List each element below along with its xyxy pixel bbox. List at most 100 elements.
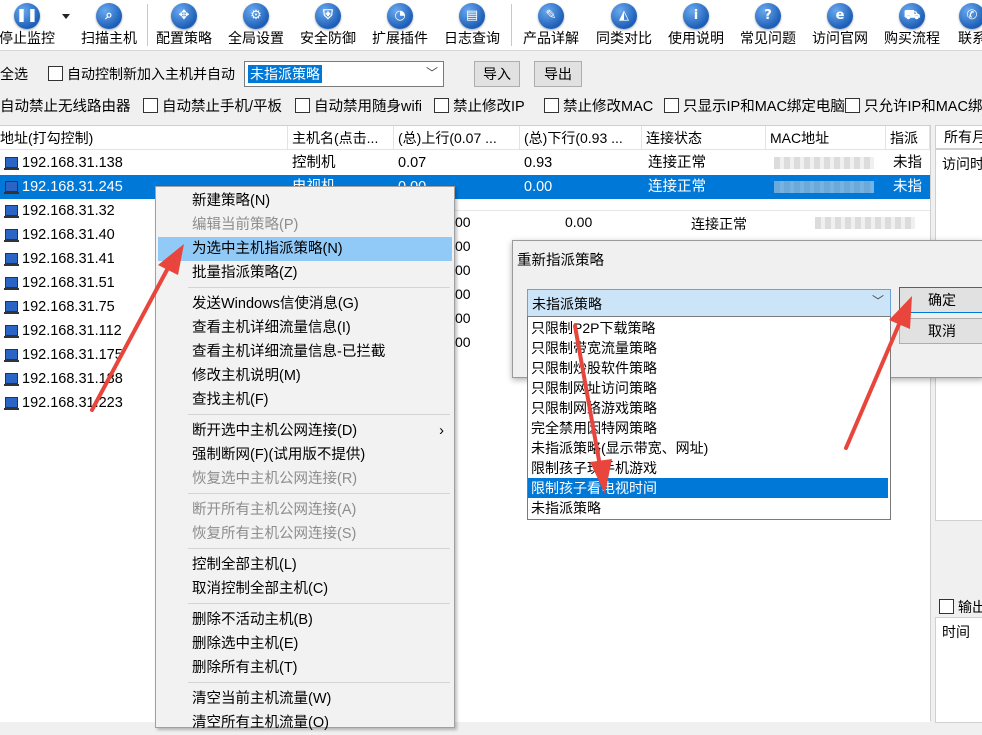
scan-hosts-button[interactable]: ⌕ 扫描主机: [76, 0, 142, 50]
policy-select[interactable]: 未指派策略 ﹀: [244, 61, 444, 87]
question-icon: ?: [755, 3, 781, 29]
faq-button[interactable]: ? 常见问题: [735, 0, 801, 50]
gear-icon: ⚙: [243, 3, 269, 29]
computer-icon: [4, 373, 19, 386]
menu-item-find-host[interactable]: 查找主机(F): [156, 388, 454, 412]
policy-option-highlighted[interactable]: 限制孩子看电视时间: [528, 478, 888, 498]
menu-item-send-message[interactable]: 发送Windows信使消息(G): [156, 292, 454, 316]
auto-block-wifi-checkbox[interactable]: 自动禁用随身wifi: [295, 95, 422, 116]
product-details-button[interactable]: ✎ 产品详解: [518, 0, 584, 50]
export-button[interactable]: 导出: [534, 61, 582, 87]
extension-plugins-button[interactable]: ◔ 扩展插件: [368, 0, 432, 50]
cancel-button[interactable]: 取消: [899, 318, 982, 344]
policy-option[interactable]: 限制孩子玩手机游戏: [528, 458, 888, 478]
menu-item-delete-all[interactable]: 删除所有主机(T): [156, 656, 454, 680]
menu-item-delete-selected[interactable]: 删除选中主机(E): [156, 632, 454, 656]
info-icon: i: [683, 3, 709, 29]
checkbox-box[interactable]: [295, 98, 310, 113]
policy-option[interactable]: 只限制带宽流量策略: [528, 338, 888, 358]
select-all-label[interactable]: 全选: [0, 64, 28, 84]
menu-item-clear-all-traffic[interactable]: 清空所有主机流量(O): [156, 711, 454, 735]
chevron-right-icon: ›: [439, 423, 444, 439]
col-header-upload[interactable]: (总)上行(0.07 ...: [394, 126, 520, 150]
policy-option[interactable]: 只限制P2P下载策略: [528, 318, 888, 338]
col-header-hostname[interactable]: 主机名(点击...: [288, 126, 394, 150]
host-upload: 00: [455, 262, 471, 278]
policy-option[interactable]: 只限制网址访问策略: [528, 378, 888, 398]
show-bound-only-checkbox[interactable]: 只显示IP和MAC绑定电脑: [664, 95, 844, 116]
menu-item-traffic-blocked[interactable]: 查看主机详细流量信息-已拦截: [156, 340, 454, 364]
purchase-button[interactable]: ⛟ 购买流程: [879, 0, 945, 50]
toolbar-label: 日志查询: [444, 30, 500, 46]
col-header-policy[interactable]: 指派: [886, 126, 930, 150]
policy-option[interactable]: 完全禁用因特网策略: [528, 418, 888, 438]
table-row[interactable]: 192.168.31.138 控制机 0.07 0.93 连接正常 未指: [0, 151, 930, 175]
output-checkbox[interactable]: 输出: [939, 597, 982, 617]
auto-block-router-label[interactable]: 自动禁止无线路由器: [0, 99, 131, 115]
menu-item-control-all[interactable]: 控制全部主机(L): [156, 553, 454, 577]
checkbox-box[interactable]: [434, 98, 449, 113]
computer-icon: [4, 277, 19, 290]
context-menu: 新建策略(N) 编辑当前策略(P) 为选中主机指派策略(N) 批量指派策略(Z)…: [155, 186, 455, 731]
checkbox-box[interactable]: [939, 599, 954, 614]
toolbar-label: 联系: [958, 30, 982, 46]
menu-item-edit-policy[interactable]: 编辑当前策略(P): [156, 213, 454, 237]
policy-combobox[interactable]: 未指派策略 ﹀: [527, 289, 891, 317]
dropdown-arrow-icon[interactable]: [62, 14, 70, 19]
log-query-button[interactable]: ▤ 日志查询: [440, 0, 504, 50]
menu-item-disconnect-all[interactable]: 断开所有主机公网连接(A): [156, 498, 454, 522]
menu-item-assign-policy[interactable]: 为选中主机指派策略(N): [158, 237, 452, 261]
host-download: 0.93: [524, 155, 553, 171]
checkbox-box[interactable]: [845, 98, 860, 113]
stop-monitor-button[interactable]: ❚❚ 停止监控: [0, 0, 58, 50]
menu-item-force-disconnect[interactable]: 强制断网(F)(试用版不提供): [156, 443, 454, 467]
contact-button[interactable]: ✆ 联系: [952, 0, 982, 50]
col-header-status[interactable]: 连接状态: [642, 126, 766, 150]
policy-dropdown-list[interactable]: 只限制P2P下载策略 只限制带宽流量策略 只限制炒股软件策略 只限制网址访问策略…: [527, 316, 891, 520]
policy-option[interactable]: 未指派策略: [528, 498, 888, 518]
compare-button[interactable]: ◭ 同类对比: [591, 0, 657, 50]
time-log-list: 时间: [935, 617, 982, 723]
menu-item-edit-description[interactable]: 修改主机说明(M): [156, 364, 454, 388]
menu-item-new-policy[interactable]: 新建策略(N): [156, 189, 454, 213]
menu-item-batch-assign[interactable]: 批量指派策略(Z): [156, 261, 454, 285]
host-policy: 未指: [893, 155, 922, 171]
menu-item-restore-selected[interactable]: 恢复选中主机公网连接(R): [156, 467, 454, 491]
menu-separator: [188, 493, 450, 494]
menu-item-restore-all[interactable]: 恢复所有主机公网连接(S): [156, 522, 454, 546]
ok-button[interactable]: 确定: [899, 287, 982, 313]
menu-item-uncontrol-all[interactable]: 取消控制全部主机(C): [156, 577, 454, 601]
output-label: 输出: [958, 599, 982, 615]
auto-control-checkbox[interactable]: 自动控制新加入主机并自动: [48, 64, 235, 84]
plugin-icon: ◔: [387, 3, 413, 29]
policy-option[interactable]: 只限制炒股软件策略: [528, 358, 888, 378]
menu-item-delete-inactive[interactable]: 删除不活动主机(B): [156, 608, 454, 632]
menu-item-clear-traffic[interactable]: 清空当前主机流量(W): [156, 687, 454, 711]
time-header: 时间: [942, 624, 970, 640]
table-row-selected[interactable]: 192.168.31.245 电视机 0.00 0.00 连接正常 未指: [0, 175, 930, 199]
instructions-button[interactable]: i 使用说明: [663, 0, 729, 50]
col-header-mac[interactable]: MAC地址: [766, 126, 886, 150]
col-header-download[interactable]: (总)下行(0.93 ...: [520, 126, 642, 150]
col-header-address[interactable]: 地址(打勾控制): [0, 126, 288, 150]
visit-website-button[interactable]: e 访问官网: [807, 0, 873, 50]
checkbox-box[interactable]: [143, 98, 158, 113]
checkbox-box[interactable]: [48, 66, 63, 81]
checkbox-box[interactable]: [544, 98, 559, 113]
block-ip-change-checkbox[interactable]: 禁止修改IP: [434, 95, 525, 116]
host-mac-redacted: [774, 157, 874, 169]
global-settings-button[interactable]: ⚙ 全局设置: [224, 0, 288, 50]
checkbox-box[interactable]: [664, 98, 679, 113]
tab-all[interactable]: 所有月: [935, 125, 982, 149]
menu-item-traffic-details[interactable]: 查看主机详细流量信息(I): [156, 316, 454, 340]
config-policy-button[interactable]: ✥ 配置策略: [152, 0, 216, 50]
menu-item-disconnect-selected[interactable]: 断开选中主机公网连接(D) ›: [156, 419, 454, 443]
auto-block-phone-checkbox[interactable]: 自动禁止手机/平板: [143, 95, 282, 116]
block-mac-change-checkbox[interactable]: 禁止修改MAC: [544, 95, 653, 116]
import-button[interactable]: 导入: [474, 61, 520, 87]
policy-combobox-value: 未指派策略: [532, 296, 602, 312]
policy-option[interactable]: 未指派策略(显示带宽、网址): [528, 438, 888, 458]
allow-bound-only-checkbox[interactable]: 只允许IP和MAC绑: [845, 95, 982, 116]
security-defense-button[interactable]: ⛨ 安全防御: [296, 0, 360, 50]
policy-option[interactable]: 只限制网络游戏策略: [528, 398, 888, 418]
